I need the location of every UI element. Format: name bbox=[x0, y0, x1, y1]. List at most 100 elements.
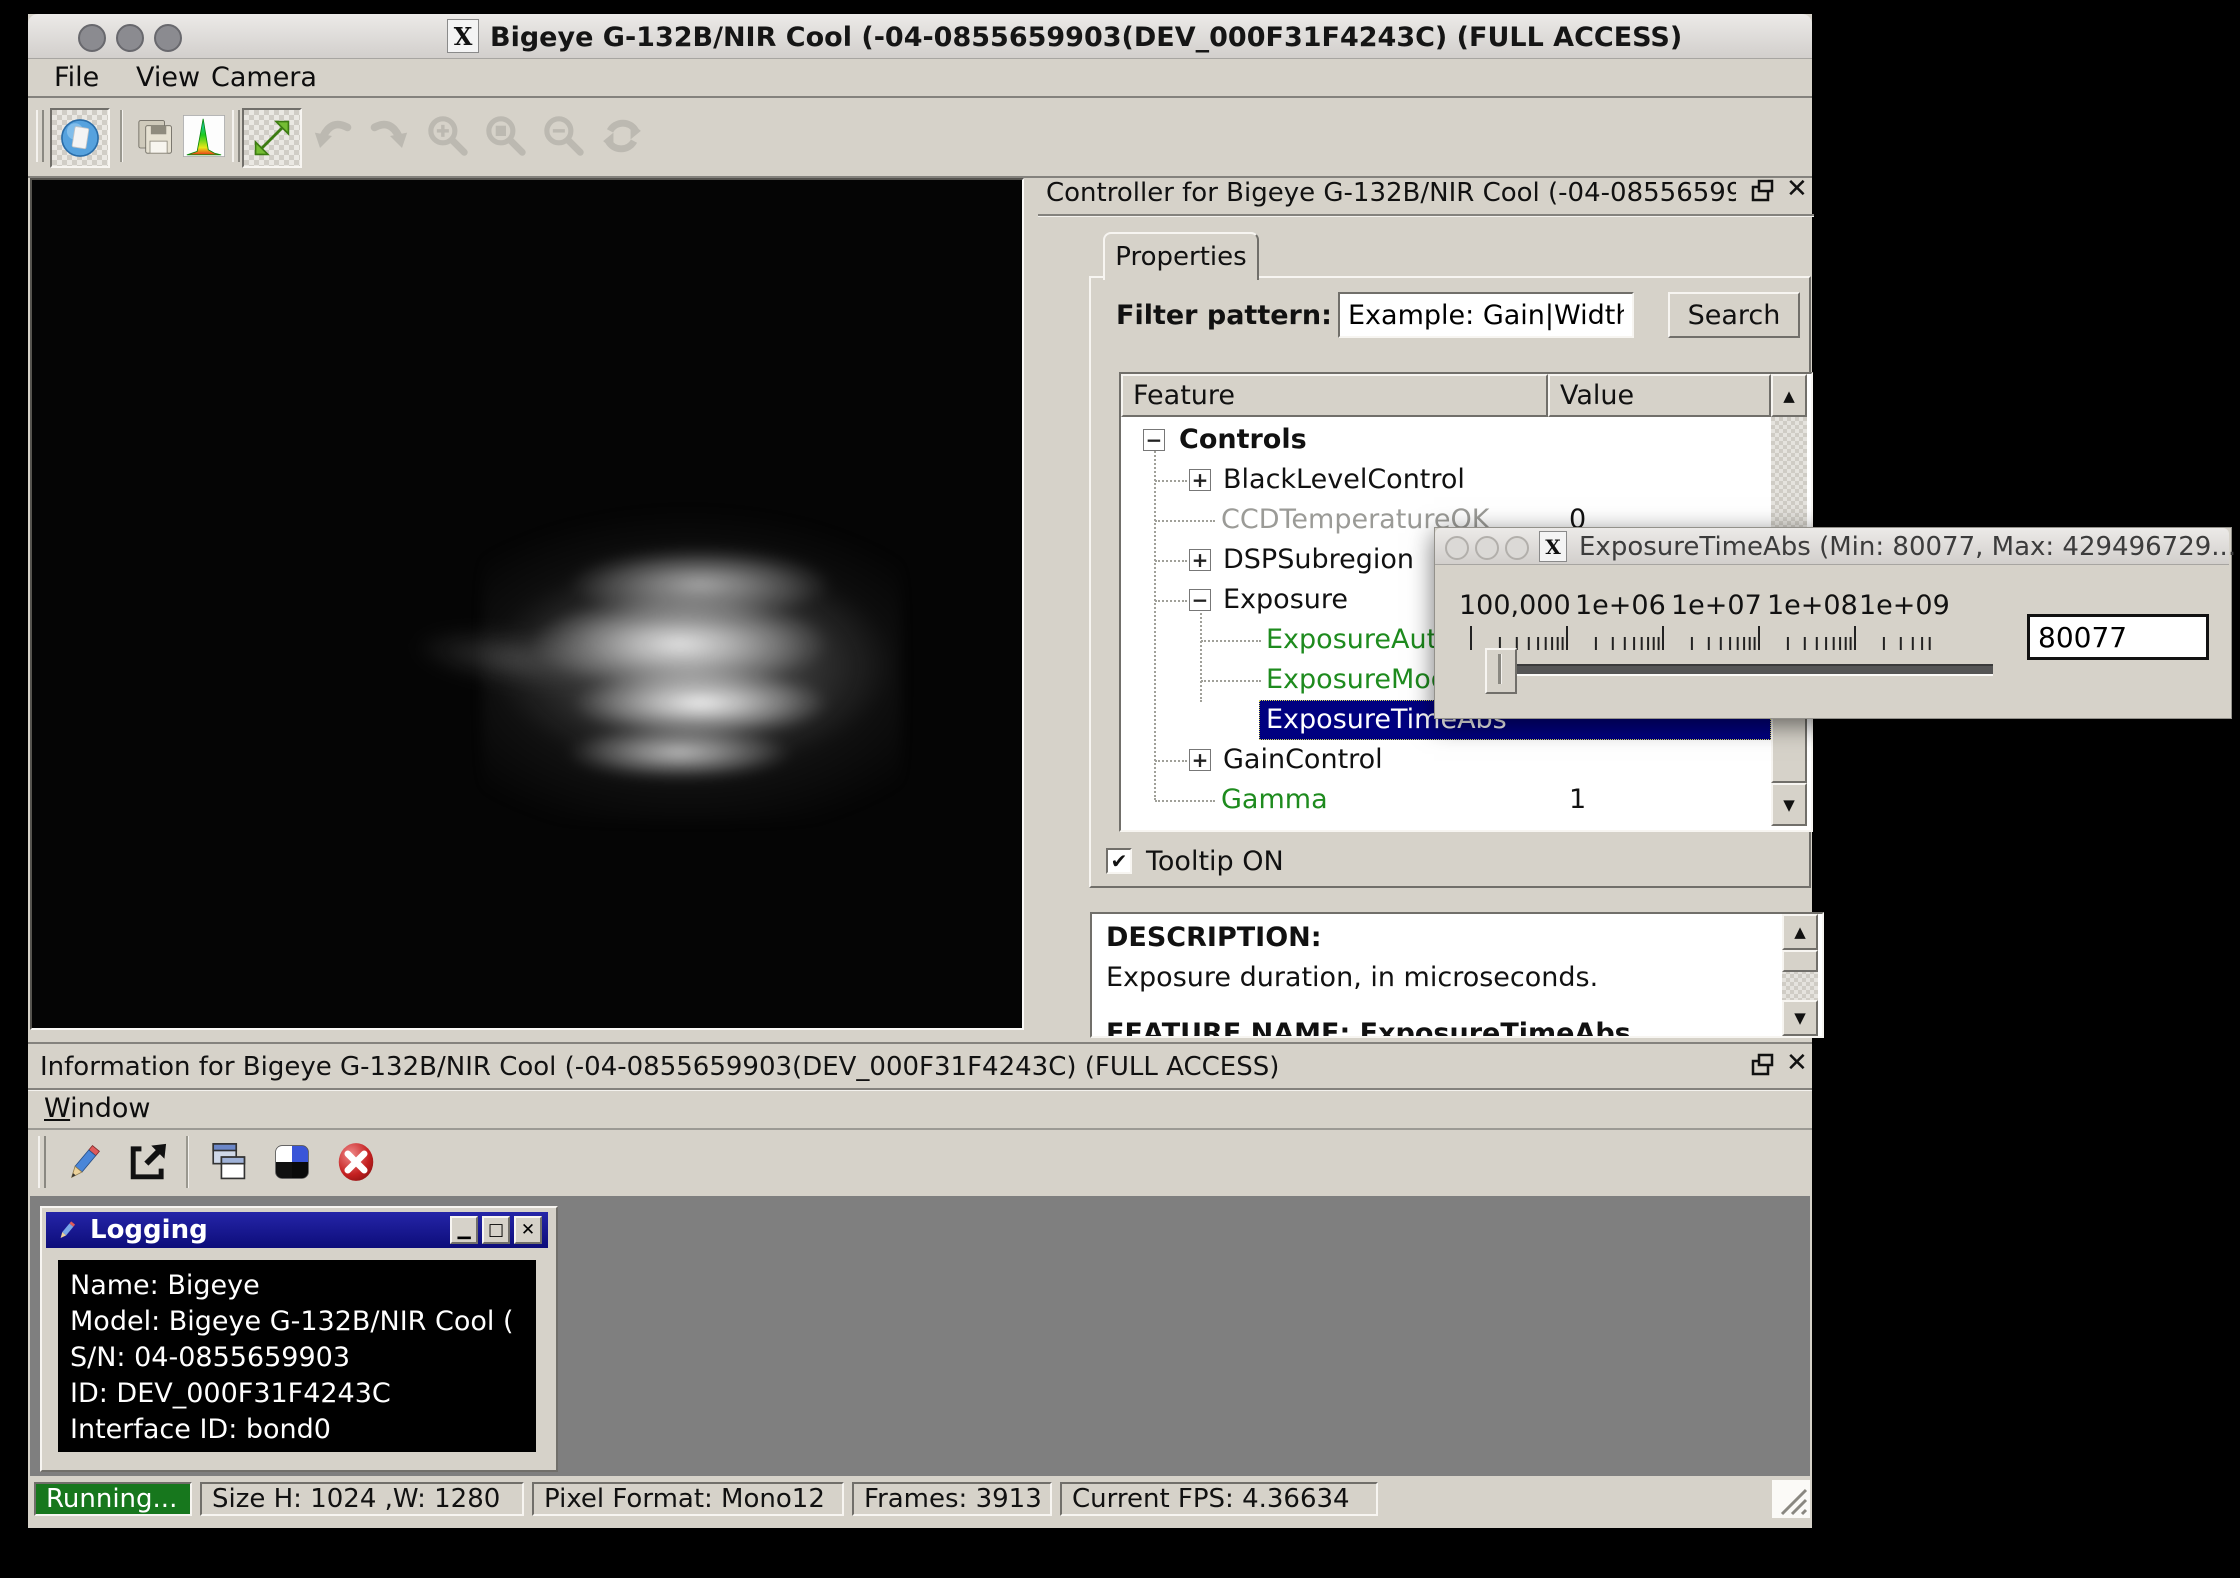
collapse-icon[interactable]: − bbox=[1143, 429, 1165, 451]
info-dock-titlebar: Information for Bigeye G-132B/NIR Cool (… bbox=[28, 1048, 1812, 1090]
refresh-button[interactable] bbox=[594, 108, 650, 164]
close-traffic-icon[interactable] bbox=[1445, 536, 1469, 560]
tree-stub bbox=[1155, 600, 1187, 602]
tree-row[interactable]: − Controls bbox=[1121, 420, 1761, 460]
checkbox-checked-icon[interactable]: ✔ bbox=[1106, 848, 1132, 874]
menu-window[interactable]: Window bbox=[44, 1093, 150, 1124]
cascade-windows-icon bbox=[205, 1139, 251, 1185]
tree-row[interactable]: + GainControl bbox=[1121, 740, 1761, 780]
zoom-out-icon bbox=[540, 112, 588, 160]
close-traffic-icon[interactable] bbox=[78, 24, 106, 52]
tab-properties[interactable]: Properties bbox=[1103, 232, 1259, 280]
collapse-icon[interactable]: − bbox=[1189, 589, 1211, 611]
redo-arrow-icon bbox=[366, 112, 414, 160]
tile-windows-icon bbox=[269, 1139, 315, 1185]
exposure-value-input[interactable] bbox=[2027, 614, 2209, 660]
filter-pattern-label: Filter pattern: bbox=[1116, 300, 1332, 331]
mdi-area: Logging ▁ □ ✕ Name: Bigeye Model: Bigeye… bbox=[30, 1196, 1810, 1476]
expand-icon[interactable]: + bbox=[1189, 549, 1211, 571]
x11-icon: X bbox=[447, 19, 479, 53]
filter-pattern-input[interactable] bbox=[1338, 292, 1634, 338]
fit-to-window-button[interactable] bbox=[242, 108, 302, 168]
toolbar-handle[interactable] bbox=[36, 110, 44, 162]
tree-scroll-up-icon[interactable]: ▲ bbox=[1771, 374, 1807, 417]
log-line: Name: Bigeye bbox=[70, 1268, 536, 1304]
search-button[interactable]: Search bbox=[1668, 292, 1800, 338]
freerun-camera-button[interactable] bbox=[50, 108, 110, 168]
maximize-traffic-icon[interactable] bbox=[154, 24, 182, 52]
tree-scroll-down-icon[interactable]: ▼ bbox=[1771, 783, 1807, 826]
scale-label: 1e+08 bbox=[1767, 590, 1858, 621]
minimize-traffic-icon[interactable] bbox=[116, 24, 144, 52]
toolbar-handle[interactable] bbox=[38, 1136, 46, 1188]
menu-view[interactable]: View bbox=[136, 62, 200, 93]
cascade-windows-button[interactable] bbox=[200, 1134, 256, 1190]
close-icon[interactable]: ✕ bbox=[514, 1216, 542, 1244]
undo-button[interactable] bbox=[304, 108, 360, 164]
tree-row[interactable]: + BlackLevelControl bbox=[1121, 460, 1761, 500]
status-pixel-format: Pixel Format: Mono12 bbox=[532, 1482, 844, 1516]
logging-title: Logging bbox=[90, 1215, 208, 1245]
open-in-window-icon bbox=[125, 1139, 171, 1185]
log-line: Interface ID: bond0 bbox=[70, 1412, 536, 1448]
exposure-time-dialog[interactable]: X ExposureTimeAbs (Min: 80077, Max: 4294… bbox=[1434, 527, 2232, 719]
zoom-original-button[interactable] bbox=[478, 108, 534, 164]
image-view[interactable] bbox=[30, 178, 1024, 1030]
redo-button[interactable] bbox=[362, 108, 418, 164]
camera-icon bbox=[57, 115, 103, 161]
menu-file[interactable]: File bbox=[54, 62, 99, 93]
logging-window[interactable]: Logging ▁ □ ✕ Name: Bigeye Model: Bigeye… bbox=[40, 1206, 558, 1472]
column-header-value[interactable]: Value bbox=[1548, 374, 1771, 417]
toolbar-separator bbox=[186, 1136, 188, 1188]
description-scrollbar-thumb[interactable] bbox=[1782, 950, 1818, 972]
maximize-icon[interactable]: □ bbox=[482, 1216, 510, 1244]
description-clipped-text: FEATURE NAME: ExposureTimeAbs bbox=[1106, 1018, 1631, 1038]
maximize-traffic-icon[interactable] bbox=[1505, 536, 1529, 560]
resize-grip[interactable] bbox=[1772, 1480, 1810, 1518]
histogram-button[interactable] bbox=[176, 108, 232, 164]
description-scroll-up-icon[interactable]: ▲ bbox=[1782, 914, 1818, 950]
tree-item-label: Gamma bbox=[1221, 784, 1328, 815]
expand-icon[interactable]: + bbox=[1189, 749, 1211, 771]
tree-stub bbox=[1155, 560, 1187, 562]
expand-icon[interactable]: + bbox=[1189, 469, 1211, 491]
edit-log-button[interactable] bbox=[56, 1134, 112, 1190]
controller-dock-title: Controller for Bigeye G-132B/NIR Cool (-… bbox=[1046, 178, 1736, 208]
histogram-icon bbox=[180, 112, 228, 160]
tooltip-checkbox-label: Tooltip ON bbox=[1146, 846, 1284, 877]
scale-label: 1e+06 bbox=[1575, 590, 1666, 621]
description-scroll-down-icon[interactable]: ▼ bbox=[1782, 1000, 1818, 1036]
main-titlebar: X Bigeye G-132B/NIR Cool (-04-0855659903… bbox=[28, 14, 1812, 59]
main-menubar: File View Camera bbox=[28, 58, 1812, 98]
fit-window-icon bbox=[249, 115, 295, 161]
tree-stub bbox=[1155, 800, 1215, 802]
menu-camera[interactable]: Camera bbox=[211, 62, 317, 93]
tree-stub bbox=[1201, 640, 1261, 642]
tile-windows-button[interactable] bbox=[264, 1134, 320, 1190]
main-window: X Bigeye G-132B/NIR Cool (-04-0855659903… bbox=[28, 14, 1812, 1528]
float-dock-icon[interactable] bbox=[1750, 178, 1776, 204]
minimize-icon[interactable]: ▁ bbox=[450, 1216, 478, 1244]
zoom-in-button[interactable] bbox=[420, 108, 476, 164]
logging-titlebar[interactable]: Logging ▁ □ ✕ bbox=[46, 1212, 548, 1248]
tree-item-label: Controls bbox=[1179, 424, 1307, 455]
log-line: ID: DEV_000F31F4243C bbox=[70, 1376, 536, 1412]
scale-label: 100,000 bbox=[1459, 590, 1571, 621]
exposure-slider-handle[interactable] bbox=[1485, 648, 1517, 694]
save-icon bbox=[132, 112, 180, 160]
window-title: Bigeye G-132B/NIR Cool (-04-0855659903(D… bbox=[490, 22, 1682, 53]
open-window-button[interactable] bbox=[120, 1134, 176, 1190]
float-dock-icon[interactable] bbox=[1750, 1052, 1776, 1078]
close-all-button[interactable] bbox=[328, 1134, 384, 1190]
exposure-slider-groove[interactable] bbox=[1491, 664, 1993, 676]
close-dock-icon[interactable]: ✕ bbox=[1786, 1048, 1808, 1078]
tree-row[interactable]: Gamma 1 bbox=[1121, 780, 1761, 820]
status-fps: Current FPS: 4.36634 bbox=[1060, 1482, 1378, 1516]
close-dock-icon[interactable]: ✕ bbox=[1786, 174, 1808, 204]
column-header-feature[interactable]: Feature bbox=[1121, 374, 1548, 417]
minimize-traffic-icon[interactable] bbox=[1475, 536, 1499, 560]
tree-item-label: Exposure bbox=[1223, 584, 1348, 615]
toolbar-handle-2[interactable] bbox=[232, 110, 240, 162]
tooltip-checkbox-row[interactable]: ✔ Tooltip ON bbox=[1106, 844, 1506, 878]
zoom-out-button[interactable] bbox=[536, 108, 592, 164]
